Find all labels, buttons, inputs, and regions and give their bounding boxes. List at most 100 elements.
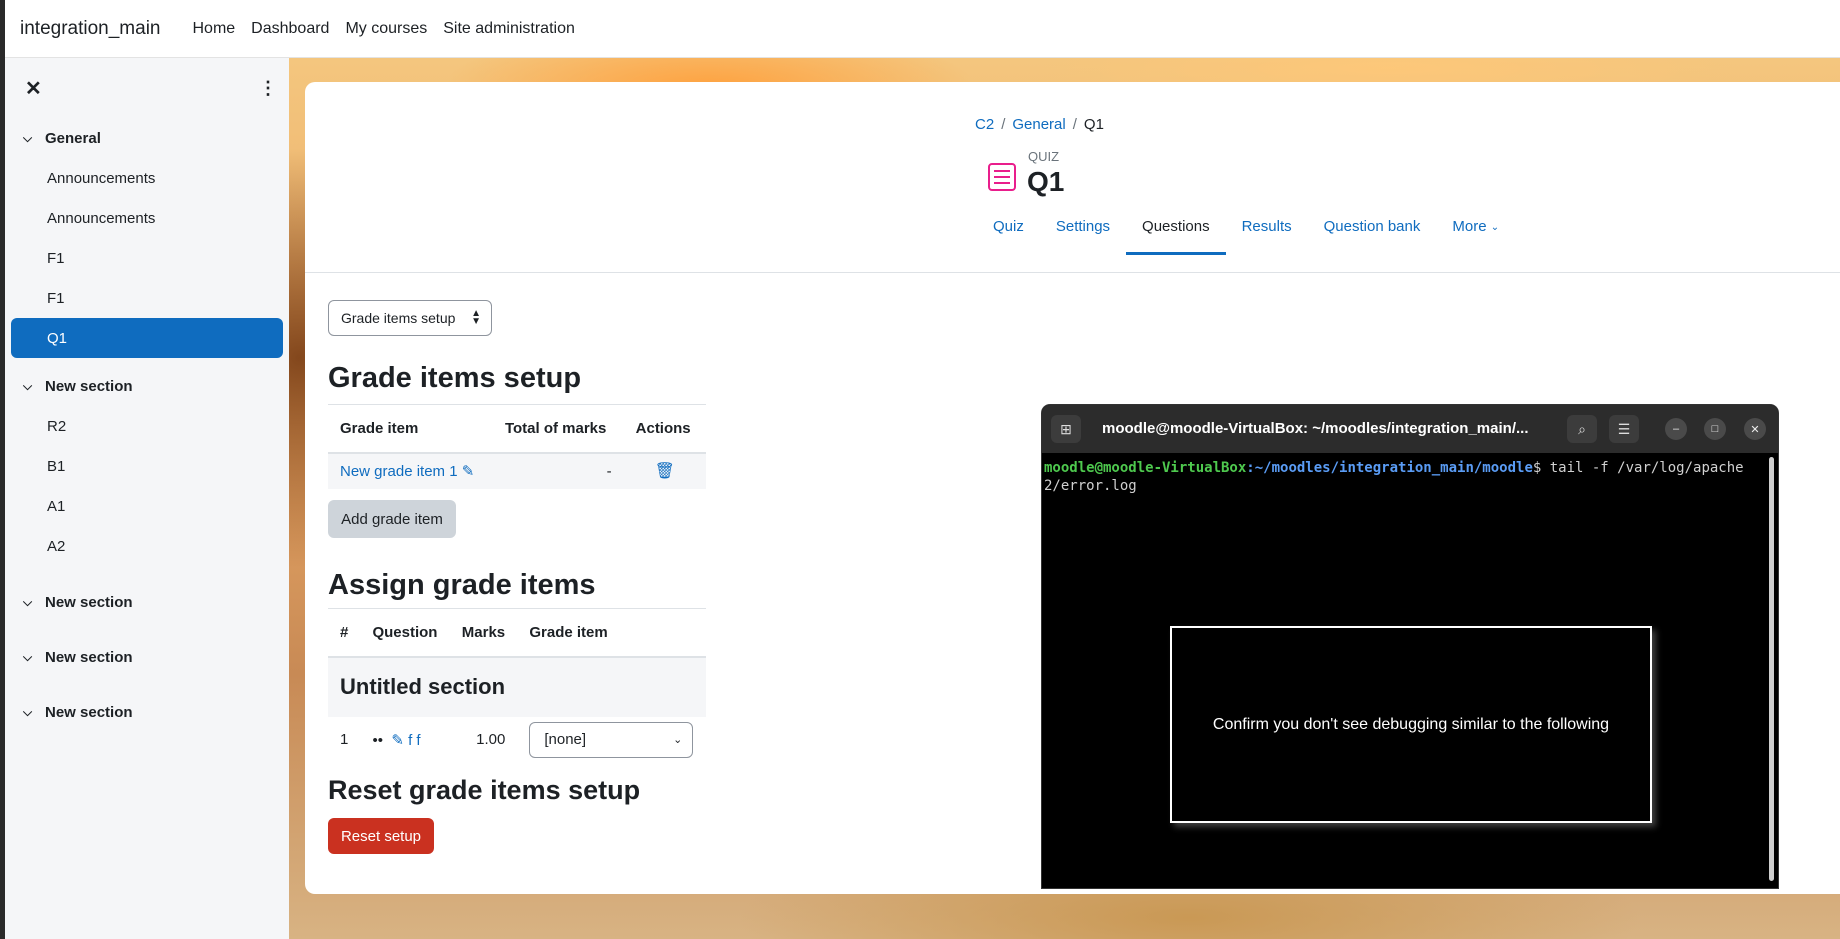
pencil-icon[interactable]: ✎ [391,732,404,749]
nav-site-administration[interactable]: Site administration [443,20,575,38]
pencil-icon[interactable]: ✎ [462,463,475,480]
grade-items-table: Grade item Total of marks Actions New gr… [328,404,706,489]
column-header: Grade item [328,404,493,454]
hamburger-menu-icon[interactable]: ☰ [1609,415,1639,443]
breadcrumb: C2 / General / Q1 [975,116,1104,133]
drag-handle-icon[interactable]: •• [372,732,383,749]
sidebar-item-f1[interactable]: F1 [11,278,283,318]
chevron-down-icon[interactable]: ⌵ [23,379,45,394]
section-new-section[interactable]: ⌵ New section [5,692,289,732]
assign-grade-items-heading: Assign grade items [328,569,596,601]
search-icon[interactable]: ⌕ [1567,415,1597,443]
section-row: Untitled section [328,656,706,717]
breadcrumb-general[interactable]: General [1012,116,1065,133]
terminal-scrollbar[interactable] [1769,457,1774,881]
terminal-window[interactable]: ⊞ moodle@moodle-VirtualBox: ~/moodles/in… [1042,405,1778,888]
column-header: Marks [449,608,518,658]
chevron-down-icon[interactable]: ⌵ [23,131,45,146]
breadcrumb-current: Q1 [1083,116,1104,133]
prompt-path: :~/moodles/integration_main/moodle [1246,460,1533,476]
assign-grade-items-table: # Question Marks Grade item Untitled sec… [328,608,706,763]
grade-item-select[interactable]: [none] ⌄ [529,721,694,758]
nav-home[interactable]: Home [192,20,235,38]
section-new-section[interactable]: ⌵ New section [5,582,289,622]
close-icon[interactable]: ✕ [25,76,42,101]
maximize-icon[interactable]: □ [1704,418,1726,440]
page-selector-value: Grade items setup [341,310,456,326]
sidebar-item-announcements[interactable]: Announcements [11,198,283,238]
reset-heading: Reset grade items setup [328,775,641,805]
sidebar-item-q1[interactable]: Q1 [11,318,283,358]
section-title: New section [45,593,133,611]
top-navbar: integration_main Home Dashboard My cours… [5,0,1840,58]
table-row: New grade item 1 ✎ - 🗑 [328,452,706,489]
sidebar-item-f1[interactable]: F1 [11,238,283,278]
confirm-dialog: Confirm you don't see debugging similar … [1170,626,1652,823]
tab-settings[interactable]: Settings [1040,218,1126,255]
tab-results[interactable]: Results [1226,218,1308,255]
grade-item-name[interactable]: New grade item 1 [340,463,458,480]
reset-setup-button[interactable]: Reset setup [328,818,434,854]
sidebar-item-announcements[interactable]: Announcements [11,158,283,198]
chevron-down-icon[interactable]: ⌵ [23,705,45,720]
chevron-down-icon[interactable]: ⌵ [23,650,45,665]
breadcrumb-c2[interactable]: C2 [975,116,994,133]
grade-items-heading: Grade items setup [328,362,582,394]
section-title: General [45,129,101,147]
grade-item-total: - [606,462,612,480]
tabs-divider [305,272,1840,273]
question-marks: 1.00 [476,731,506,748]
section-title: Untitled section [340,674,506,699]
grade-item-select-value: [none] [544,731,587,748]
activity-type: QUIZ [1028,149,1060,164]
new-tab-icon[interactable]: ⊞ [1051,415,1081,443]
sidebar-item-r2[interactable]: R2 [11,406,283,446]
close-icon[interactable]: ✕ [1744,418,1766,440]
question-name[interactable]: f f [408,732,421,749]
section-general[interactable]: ⌵ General [5,118,289,158]
question-number: 1 [340,731,349,748]
section-title: New section [45,703,133,721]
tab-question-bank[interactable]: Question bank [1308,218,1437,255]
kebab-menu-icon[interactable]: ⋮ [259,78,277,99]
minimize-icon[interactable]: – [1665,418,1687,440]
column-header: # [328,608,361,658]
chevron-down-icon: ⌄ [1490,222,1500,233]
sidebar-item-a2[interactable]: A2 [11,526,283,566]
tab-more-label: More [1452,218,1487,235]
tab-questions[interactable]: Questions [1126,218,1226,255]
section-new-section[interactable]: ⌵ New section [5,366,289,406]
section-title: New section [45,377,133,395]
section-new-section[interactable]: ⌵ New section [5,637,289,677]
trash-icon[interactable]: 🗑 [655,463,675,480]
prompt-user: moodle@moodle-VirtualBox [1044,460,1247,476]
tab-more[interactable]: More ⌄ [1436,218,1515,255]
chevron-down-icon[interactable]: ⌵ [23,595,45,610]
table-row: 1 •• ✎ f f 1.00 [none] ⌄ [328,717,706,763]
page-selector[interactable]: Grade items setup ▲ ▼ [328,300,492,336]
terminal-title: moodle@moodle-VirtualBox: ~/moodles/inte… [1102,420,1529,437]
tab-quiz[interactable]: Quiz [977,218,1040,255]
column-header: Actions [623,404,706,454]
breadcrumb-separator: / [1072,116,1077,133]
section-title: New section [45,648,133,666]
breadcrumb-separator: / [1001,116,1006,133]
terminal-output[interactable]: moodle@moodle-VirtualBox:~/moodles/integ… [1042,453,1762,501]
dialog-message: Confirm you don't see debugging similar … [1212,715,1610,733]
column-header: Question [360,608,450,658]
quiz-icon [988,163,1016,191]
select-arrows-icon: ▲ ▼ [471,308,481,327]
sidebar-item-b1[interactable]: B1 [11,446,283,486]
course-index-drawer: ✕ ⋮ ⌵ General Announcements Announcements… [5,58,289,939]
column-header: Grade item [517,608,706,658]
chevron-down-icon: ⌄ [673,733,683,746]
terminal-titlebar[interactable]: ⊞ moodle@moodle-VirtualBox: ~/moodles/in… [1042,405,1778,453]
nav-dashboard[interactable]: Dashboard [251,20,329,38]
site-brand[interactable]: integration_main [20,18,160,40]
column-header: Total of marks [492,404,624,454]
sidebar-item-a1[interactable]: A1 [11,486,283,526]
secondary-navigation: Quiz Settings Questions Results Question… [977,218,1515,255]
add-grade-item-button[interactable]: Add grade item [328,500,456,538]
nav-my-courses[interactable]: My courses [345,20,427,38]
page-title: Q1 [1027,166,1065,197]
